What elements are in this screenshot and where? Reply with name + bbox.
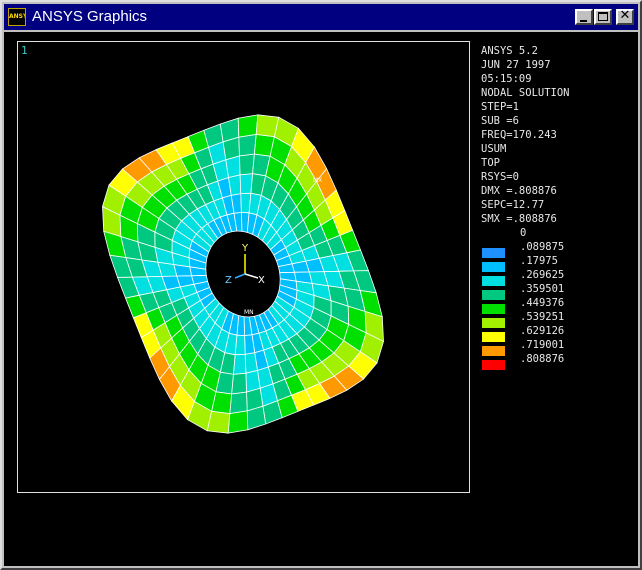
legend-label: .629126 [520, 325, 565, 337]
close-icon: ✕ [619, 8, 631, 23]
triad-x-axis [244, 273, 259, 279]
info-line: ANSYS 5.2 [481, 45, 538, 57]
contour-plot: Y X Z MX MN [102, 114, 384, 434]
legend-label: .089875 [520, 241, 565, 253]
legend-swatch [482, 318, 505, 328]
mesh-element [229, 391, 248, 415]
legend-swatch [482, 304, 505, 314]
legend-label: .719001 [520, 339, 565, 351]
close-button[interactable]: ✕ [616, 9, 634, 25]
info-line: NODAL SOLUTION [481, 87, 570, 99]
legend-label: .17975 [520, 255, 558, 267]
minimize-button[interactable] [575, 9, 593, 25]
info-line: RSYS=0 [481, 171, 519, 183]
legend-label: 0 [520, 227, 527, 239]
info-line: SEPC=12.77 [481, 199, 545, 211]
legend-swatch [482, 262, 505, 272]
legend-label: .539251 [520, 311, 565, 323]
mesh-element [246, 405, 267, 431]
info-line: FREQ=170.243 [481, 129, 557, 141]
info-line: JUN 27 1997 [481, 59, 551, 71]
legend-label: .269625 [520, 269, 565, 281]
info-line: SUB =6 [481, 115, 519, 127]
triad-y-label: Y [241, 243, 249, 254]
mesh-element [227, 410, 249, 434]
info-line: SMX =.808876 [481, 213, 557, 225]
ansys-app-icon[interactable]: ANSYS [8, 8, 26, 26]
info-line: TOP [481, 157, 500, 169]
info-line: 05:15:09 [481, 73, 532, 85]
solution-info-panel: ANSYS 5.2 JUN 27 1997 05:15:09 NODAL SOLUTI… [481, 44, 570, 226]
mesh-element [219, 117, 240, 143]
legend-label: .359501 [520, 283, 565, 295]
legend-label: .449376 [520, 297, 565, 309]
legend-label: .808876 [520, 353, 565, 365]
info-line: STEP=1 [481, 101, 519, 113]
triad-z-axis [234, 273, 246, 279]
maximize-icon [598, 12, 608, 21]
legend-swatch [482, 290, 505, 300]
legend-swatch [482, 248, 505, 258]
graphics-canvas[interactable]: 1 Y X Z MX MN ANSYS 5.2 JUN 27 1997 05:15:09 NO… [4, 32, 638, 566]
mesh-element [238, 133, 257, 157]
max-node-label: MX [313, 177, 322, 184]
title-bar[interactable]: ANSYS ANSYS Graphics ✕ [4, 4, 638, 30]
triad-x-label: X [258, 275, 265, 286]
maximize-button[interactable] [594, 9, 612, 25]
legend-swatch [482, 360, 505, 370]
mesh-element [239, 153, 255, 176]
min-node-label: MN [244, 309, 254, 316]
mesh-element [231, 372, 247, 395]
minimize-icon [580, 20, 587, 22]
legend-swatch [482, 332, 505, 342]
legend-swatch [482, 346, 505, 356]
triad-z-label: Z [225, 275, 232, 286]
graphics-viewport[interactable]: 1 Y X Z MX MN [17, 41, 470, 493]
info-line: DMX =.808876 [481, 185, 557, 197]
info-line: USUM [481, 143, 507, 155]
mesh-element [237, 114, 259, 138]
window-title: ANSYS Graphics [32, 8, 148, 25]
ansys-graphics-window: ANSYS ANSYS Graphics ✕ 1 YXZMXMN ANSYS 5… [0, 0, 642, 570]
legend-swatch [482, 276, 505, 286]
